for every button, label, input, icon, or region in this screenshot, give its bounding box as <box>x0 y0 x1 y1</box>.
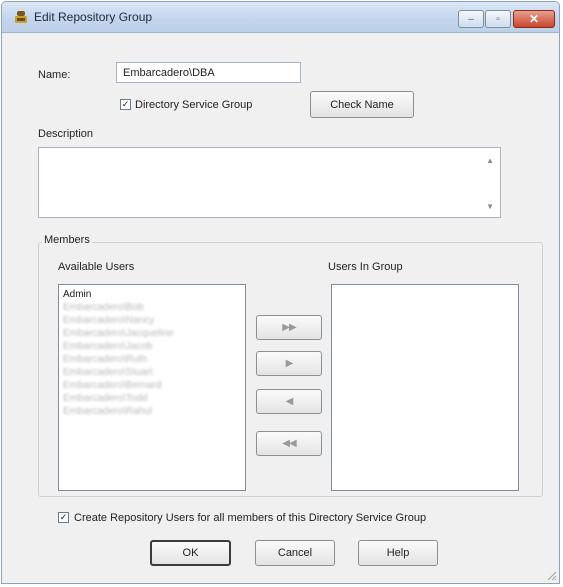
help-button[interactable]: Help <box>358 540 438 566</box>
ok-button[interactable]: OK <box>150 540 231 566</box>
remove-all-button[interactable]: ◀◀ <box>256 431 322 456</box>
close-icon: ✕ <box>528 12 540 26</box>
maximize-button[interactable]: ▫ <box>485 10 511 28</box>
remove-selected-button[interactable]: ◀ <box>256 389 322 414</box>
name-label: Name: <box>38 69 71 81</box>
description-textarea[interactable]: ▲ ▼ <box>38 147 501 218</box>
directory-service-group-label: Directory Service Group <box>135 99 253 111</box>
add-all-button[interactable]: ▶▶ <box>256 315 322 340</box>
scroll-up-icon[interactable]: ▲ <box>486 156 494 165</box>
description-label: Description <box>38 128 94 140</box>
members-group-title: Members <box>42 234 92 246</box>
create-repository-users-checkbox[interactable]: ✓ <box>58 512 69 523</box>
add-selected-button[interactable]: ▶ <box>256 351 322 376</box>
resize-grip-icon[interactable] <box>545 569 557 581</box>
close-button[interactable]: ✕ <box>513 10 555 28</box>
list-item[interactable]: Embarcadero\Jacqueline <box>59 327 245 340</box>
list-item[interactable]: Embarcadero\Stuart <box>59 366 245 379</box>
checkmark-icon: ✓ <box>121 99 130 109</box>
list-item[interactable]: Embarcadero\Todd <box>59 392 245 405</box>
left-arrow-icon: ◀ <box>285 396 294 407</box>
title-bar[interactable]: Edit Repository Group – ▫ ✕ <box>2 2 559 33</box>
list-item[interactable]: Embarcadero\Bob <box>59 301 245 314</box>
maximize-icon: ▫ <box>496 13 500 25</box>
list-item[interactable]: Embarcadero\Bernard <box>59 379 245 392</box>
double-right-arrow-icon: ▶▶ <box>282 322 296 333</box>
cancel-button[interactable]: Cancel <box>255 540 335 566</box>
minimize-button[interactable]: – <box>458 10 484 28</box>
right-arrow-icon: ▶ <box>285 358 294 369</box>
window-title: Edit Repository Group <box>34 10 153 24</box>
users-in-group-label: Users In Group <box>328 261 403 273</box>
directory-service-group-checkbox[interactable]: ✓ <box>120 99 131 110</box>
list-item[interactable]: Embarcadero\Nancy <box>59 314 245 327</box>
name-input-box[interactable] <box>116 62 301 83</box>
double-left-arrow-icon: ◀◀ <box>282 438 296 449</box>
available-users-list[interactable]: Admin Embarcadero\Bob Embarcadero\Nancy Emb… <box>58 284 246 491</box>
name-input[interactable] <box>117 63 300 82</box>
scroll-down-icon[interactable]: ▼ <box>486 202 494 211</box>
edit-repository-group-dialog: Edit Repository Group – ▫ ✕ Name: ✓ Dire… <box>1 1 560 584</box>
checkmark-icon: ✓ <box>59 512 68 522</box>
list-item[interactable]: Embarcadero\Ruth <box>59 353 245 366</box>
repository-group-icon <box>15 11 27 23</box>
list-item[interactable]: Admin <box>59 288 245 301</box>
list-item[interactable]: Embarcadero\Jacob <box>59 340 245 353</box>
available-users-label: Available Users <box>58 261 135 273</box>
users-in-group-list[interactable] <box>331 284 519 491</box>
minimize-icon: – <box>468 13 474 25</box>
check-name-button[interactable]: Check Name <box>310 91 414 118</box>
create-repository-users-label: Create Repository Users for all members … <box>74 512 427 524</box>
list-item[interactable]: Embarcadero\Rahul <box>59 405 245 418</box>
